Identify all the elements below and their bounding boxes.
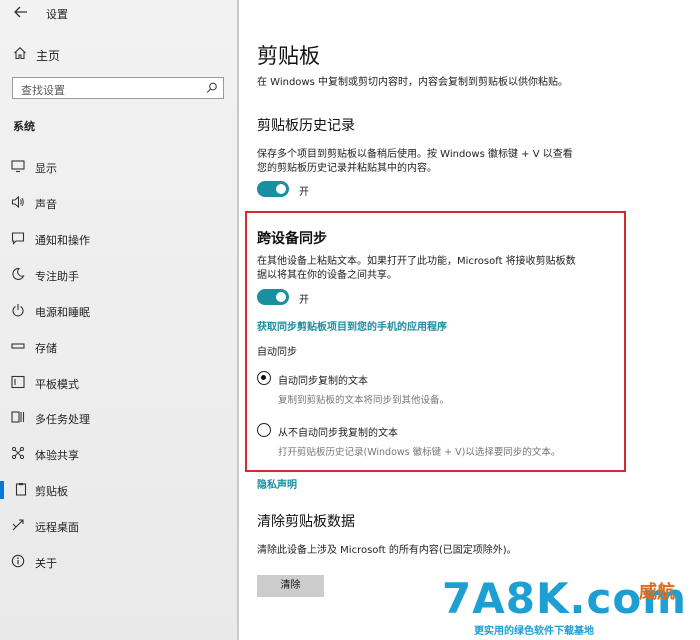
sidebar-item-label: 通知和操作: [35, 234, 90, 247]
sidebar-item-clipboard[interactable]: 剪贴板: [0, 478, 239, 502]
notification-icon: [11, 232, 25, 245]
back-arrow-icon[interactable]: [13, 4, 29, 20]
sidebar-item-focus-assist[interactable]: 专注助手: [0, 263, 239, 287]
remote-desktop-icon: [12, 519, 24, 531]
watermark-tagline: 更实用的绿色软件下载基地: [474, 626, 594, 637]
page-title: 剪贴板: [257, 44, 320, 68]
search-icon[interactable]: [205, 81, 219, 95]
tablet-icon: [11, 375, 25, 389]
title-bar: 设置: [0, 0, 239, 26]
watermark-brand: 威航: [639, 582, 675, 603]
sidebar-item-storage[interactable]: 存储: [0, 335, 239, 359]
clear-heading: 清除剪贴板数据: [257, 514, 355, 530]
moon-icon: [12, 267, 25, 280]
sidebar-item-about[interactable]: 关于: [0, 550, 239, 574]
power-icon: [12, 304, 24, 317]
app-title: 设置: [46, 8, 68, 21]
sidebar-section-label: 系统: [13, 120, 35, 133]
search-placeholder: 查找设置: [21, 84, 65, 97]
home-icon: [14, 47, 26, 60]
privacy-link[interactable]: 隐私声明: [257, 476, 297, 491]
sidebar-item-label: 主页: [36, 49, 61, 63]
sidebar-item-display[interactable]: 显示: [0, 155, 239, 179]
watermark: 7A8K.com 威航 更实用的绿色软件下载基地: [432, 574, 700, 640]
sidebar-item-label: 体验共享: [35, 449, 79, 462]
sidebar-item-shared-experiences[interactable]: 体验共享: [0, 442, 239, 466]
clipboard-icon: [15, 483, 27, 496]
sidebar-item-multitasking[interactable]: 多任务处理: [0, 406, 239, 430]
speaker-icon: [11, 195, 24, 209]
sidebar-item-home[interactable]: 主页: [0, 44, 239, 64]
sidebar-item-power[interactable]: 电源和睡眠: [0, 299, 239, 323]
multitask-icon: [11, 411, 25, 423]
storage-icon: [11, 343, 25, 349]
sidebar-item-label: 关于: [35, 557, 57, 570]
sidebar-item-label: 平板模式: [35, 378, 79, 391]
sidebar-item-label: 专注助手: [35, 270, 79, 283]
sidebar-item-tablet-mode[interactable]: 平板模式: [0, 371, 239, 395]
display-icon: [11, 160, 25, 173]
sidebar-item-label: 剪贴板: [35, 485, 68, 498]
sidebar-item-notifications[interactable]: 通知和操作: [0, 227, 239, 251]
history-toggle-label: 开: [299, 187, 309, 198]
history-heading: 剪贴板历史记录: [257, 118, 355, 134]
sidebar-item-label: 远程桌面: [35, 521, 79, 534]
sidebar-item-label: 多任务处理: [35, 413, 90, 426]
sidebar-item-label: 电源和睡眠: [35, 306, 90, 319]
history-toggle[interactable]: [257, 181, 289, 197]
history-desc-line1: 保存多个项目到剪贴板以备稍后使用。按 Windows 徽标键 + V 以查看: [257, 149, 573, 160]
clear-button[interactable]: 清除: [257, 575, 324, 597]
search-input[interactable]: 查找设置: [12, 77, 224, 99]
sidebar: 设置 主页 查找设置 系统 显示 声音 通知和操作 专注助手 电源和睡眠 存储: [0, 0, 239, 640]
clear-desc: 清除此设备上涉及 Microsoft 的所有内容(已固定项除外)。: [257, 545, 517, 556]
info-icon: [11, 554, 25, 568]
sidebar-item-sound[interactable]: 声音: [0, 191, 239, 215]
toggle-knob: [276, 184, 286, 194]
sidebar-item-label: 存储: [35, 342, 57, 355]
page-intro: 在 Windows 中复制或剪切内容时，内容会复制到剪贴板以供你粘贴。: [257, 77, 568, 88]
share-icon: [11, 446, 25, 460]
sidebar-item-label: 显示: [35, 162, 57, 175]
history-desc-line2: 您的剪贴板历史记录并粘贴其中的内容。: [257, 163, 437, 174]
sidebar-item-label: 声音: [35, 198, 57, 211]
active-indicator: [0, 481, 4, 499]
highlight-box: [245, 211, 626, 472]
sidebar-item-remote-desktop[interactable]: 远程桌面: [0, 514, 239, 538]
